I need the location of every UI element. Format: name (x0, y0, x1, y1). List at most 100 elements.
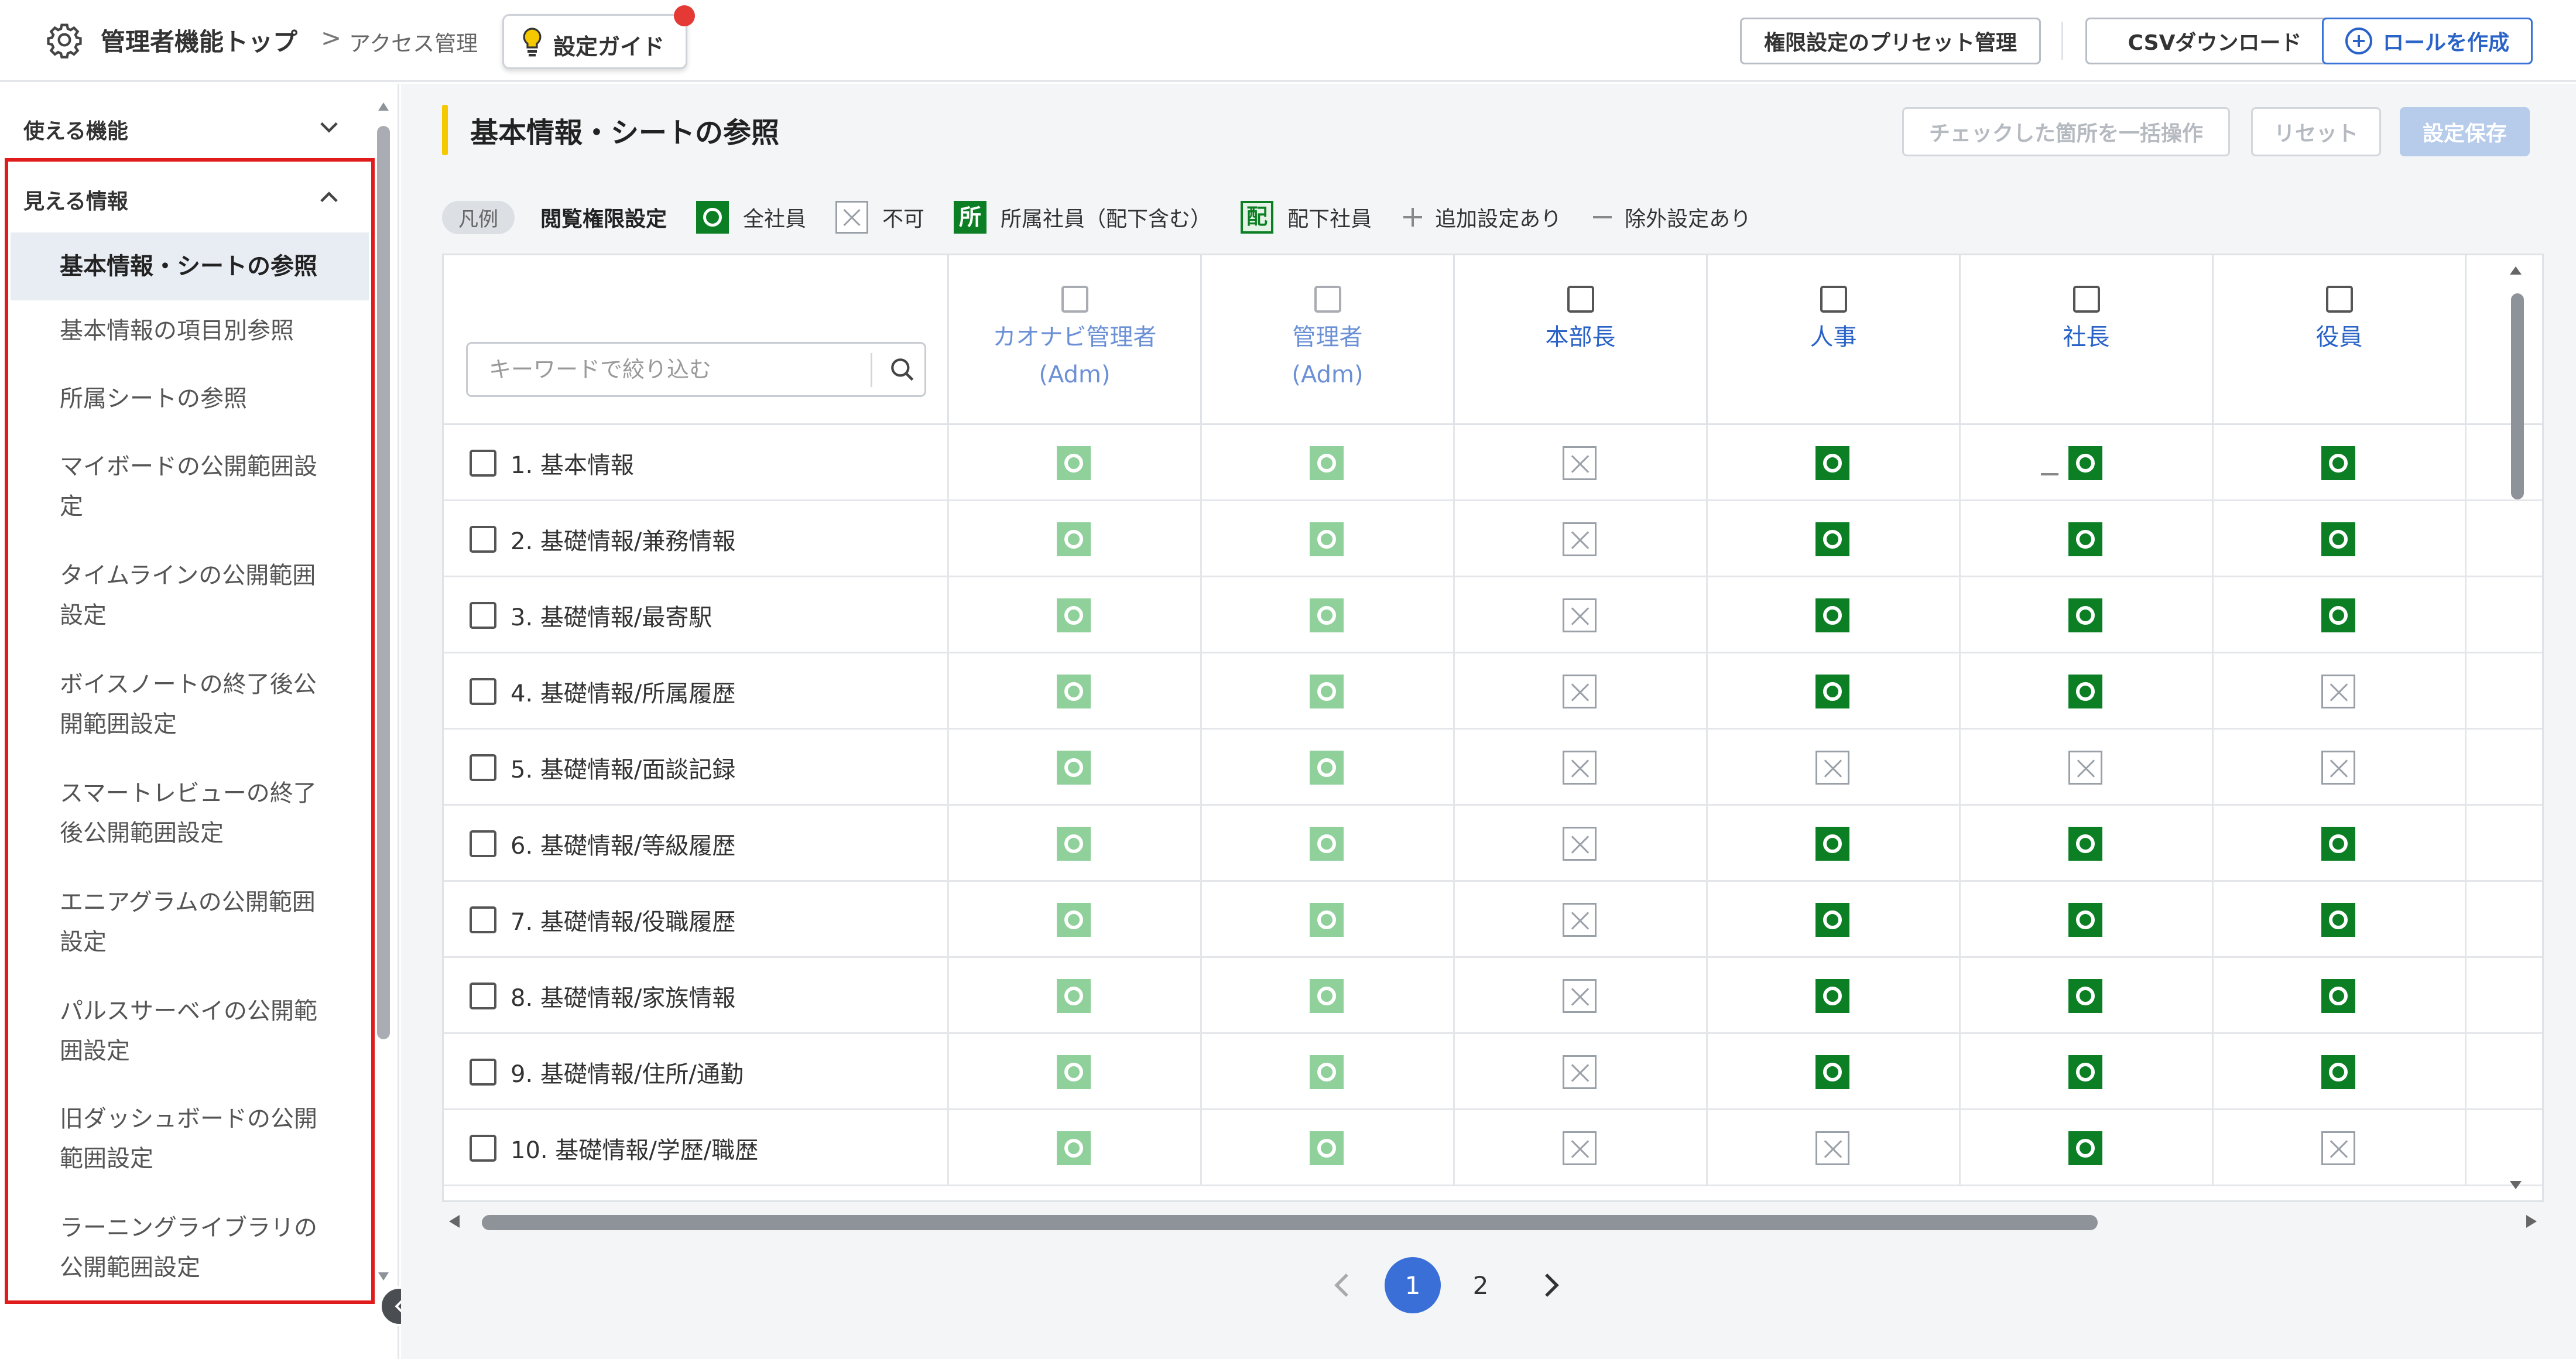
sidebar-item-pulse-survey[interactable]: パルスサーベイの公開範 囲設定 (11, 991, 369, 1071)
row-checkbox[interactable] (470, 1059, 496, 1086)
all-employees-icon[interactable] (2068, 1055, 2102, 1089)
admin-top-link[interactable]: 管理者機能トップ (101, 22, 297, 58)
all-employees-icon[interactable] (1815, 827, 1849, 861)
setup-guide-button[interactable]: 設定ガイド (502, 5, 695, 69)
all-employees-icon[interactable] (1310, 675, 1344, 708)
all-employees-icon[interactable] (1057, 598, 1091, 632)
all-employees-icon[interactable] (2068, 522, 2102, 556)
next-page-icon[interactable] (1532, 1268, 1567, 1303)
page-2[interactable]: 2 (1453, 1257, 1509, 1313)
all-employees-icon[interactable] (2321, 903, 2355, 937)
all-employees-icon[interactable] (1815, 903, 1849, 937)
column-checkbox[interactable] (2073, 286, 2100, 313)
all-employees-icon[interactable] (1057, 522, 1091, 556)
not-allowed-icon[interactable] (1563, 1055, 1597, 1089)
column-checkbox[interactable] (2325, 286, 2353, 313)
all-employees-icon[interactable] (1057, 446, 1091, 480)
gear-icon[interactable] (46, 21, 83, 59)
keyword-search[interactable] (466, 342, 926, 397)
not-allowed-icon[interactable] (2321, 1131, 2355, 1165)
column-checkbox[interactable] (1314, 286, 1341, 313)
row-checkbox[interactable] (470, 526, 496, 553)
bulk-operation-button[interactable]: チェックした箇所を一括操作 (1902, 107, 2230, 156)
not-allowed-icon[interactable] (2321, 675, 2355, 708)
sidebar-item-smartreview[interactable]: スマートレビューの終了 後公開範囲設定 (11, 773, 369, 853)
row-checkbox[interactable] (470, 678, 496, 705)
sidebar-group-visible-info[interactable]: 見える情報 (23, 184, 128, 215)
row-checkbox[interactable] (470, 754, 496, 781)
all-employees-icon[interactable] (2068, 827, 2102, 861)
create-role-button[interactable]: ロールを作成 (2322, 18, 2533, 64)
not-allowed-icon[interactable] (2321, 751, 2355, 785)
row-checkbox[interactable] (470, 602, 496, 629)
preset-manage-button[interactable]: 権限設定のプリセット管理 (1740, 18, 2041, 64)
all-employees-icon[interactable] (2321, 446, 2355, 480)
not-allowed-icon[interactable] (1563, 522, 1597, 556)
table-horizontal-scroll-thumb[interactable] (482, 1215, 2098, 1230)
table-vertical-scroll-thumb[interactable] (2511, 293, 2524, 499)
all-employees-icon[interactable] (1310, 446, 1344, 480)
sidebar-item-timeline[interactable]: タイムラインの公開範囲 設定 (11, 556, 369, 635)
not-allowed-icon[interactable] (1563, 903, 1597, 937)
all-employees-icon[interactable] (1815, 446, 1849, 480)
not-allowed-icon[interactable] (1815, 1131, 1849, 1165)
all-employees-icon[interactable] (1310, 598, 1344, 632)
all-employees-icon[interactable] (1057, 979, 1091, 1013)
all-employees-icon[interactable] (2068, 675, 2102, 708)
all-employees-icon[interactable] (1815, 598, 1849, 632)
not-allowed-icon[interactable] (1563, 598, 1597, 632)
row-checkbox[interactable] (470, 450, 496, 477)
all-employees-icon[interactable] (1057, 903, 1091, 937)
not-allowed-icon[interactable] (1563, 446, 1597, 480)
all-employees-icon[interactable] (2321, 1055, 2355, 1089)
all-employees-icon[interactable] (1815, 675, 1849, 708)
all-employees-icon[interactable] (1057, 1131, 1091, 1165)
all-employees-icon[interactable] (1057, 751, 1091, 785)
not-allowed-icon[interactable] (1563, 1131, 1597, 1165)
sidebar-item-basic-fields[interactable]: 基本情報の項目別参照 (11, 311, 369, 351)
all-employees-icon[interactable] (1057, 1055, 1091, 1089)
not-allowed-icon[interactable] (1563, 979, 1597, 1013)
sidebar-item-basic-sheet[interactable]: 基本情報・シートの参照 (11, 232, 369, 300)
column-checkbox[interactable] (1567, 286, 1594, 313)
sidebar-item-myboard[interactable]: マイボードの公開範囲設 定 (11, 447, 369, 526)
search-icon[interactable] (888, 355, 917, 385)
column-checkbox[interactable] (1061, 286, 1088, 313)
all-employees-icon[interactable] (2321, 827, 2355, 861)
all-employees-icon[interactable] (1310, 827, 1344, 861)
save-settings-button[interactable]: 設定保存 (2400, 107, 2530, 156)
all-employees-icon[interactable] (1057, 675, 1091, 708)
all-employees-icon[interactable] (1057, 827, 1091, 861)
not-allowed-icon[interactable] (1563, 675, 1597, 708)
not-allowed-icon[interactable] (1563, 827, 1597, 861)
all-employees-icon[interactable] (1310, 751, 1344, 785)
reset-button[interactable]: リセット (2251, 107, 2381, 156)
all-employees-icon[interactable] (1815, 522, 1849, 556)
chevron-down-icon[interactable] (316, 114, 342, 140)
all-employees-icon[interactable] (2321, 979, 2355, 1013)
sidebar-item-old-dashboard[interactable]: 旧ダッシュボードの公開 範囲設定 (11, 1099, 369, 1179)
sidebar-scroll-thumb[interactable] (377, 126, 390, 1039)
page-1[interactable]: 1 (1385, 1257, 1441, 1313)
all-employees-icon[interactable] (1815, 1055, 1849, 1089)
column-checkbox[interactable] (1820, 286, 1847, 313)
not-allowed-icon[interactable] (2068, 751, 2102, 785)
sidebar-item-affiliation-sheet[interactable]: 所属シートの参照 (11, 379, 369, 419)
all-employees-icon[interactable] (1310, 903, 1344, 937)
all-employees-icon[interactable] (2068, 1131, 2102, 1165)
not-allowed-icon[interactable] (1563, 751, 1597, 785)
not-allowed-icon[interactable] (1815, 751, 1849, 785)
all-employees-icon[interactable] (1815, 979, 1849, 1013)
all-employees-icon[interactable] (1310, 1055, 1344, 1089)
row-checkbox[interactable] (470, 983, 496, 1009)
sidebar-item-enneagram[interactable]: エニアグラムの公開範囲 設定 (11, 882, 369, 962)
chevron-up-icon[interactable] (316, 184, 342, 210)
row-checkbox[interactable] (470, 830, 496, 857)
all-employees-icon[interactable] (2068, 598, 2102, 632)
all-employees-icon[interactable] (1310, 522, 1344, 556)
all-employees-icon[interactable] (2068, 903, 2102, 937)
sidebar-item-voicenote[interactable]: ボイスノートの終了後公 開範囲設定 (11, 665, 369, 744)
all-employees-icon[interactable] (2068, 446, 2102, 480)
sidebar-group-features[interactable]: 使える機能 (23, 114, 128, 145)
all-employees-icon[interactable] (2068, 979, 2102, 1013)
